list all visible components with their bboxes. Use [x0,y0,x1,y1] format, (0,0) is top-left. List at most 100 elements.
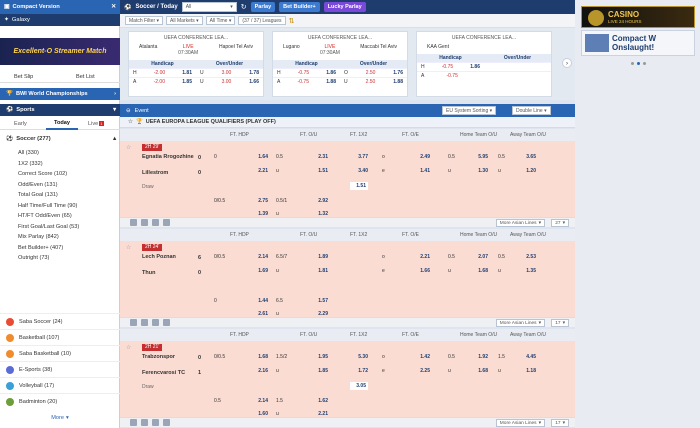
sport-nav-item[interactable]: Volleyball (17) [0,377,120,393]
odds-button[interactable]: 2.16 [250,368,268,374]
more-sports-button[interactable]: More ▾ [0,412,120,424]
soccer-market-item[interactable]: First Goal/Last Goal (53) [0,222,120,233]
close-icon[interactable]: ✕ [111,4,116,10]
odds-button[interactable]: 2.21 [250,168,268,174]
soccer-market-item[interactable]: Odd/Even (131) [0,180,120,191]
market-count-select[interactable]: 17 ▾ [551,419,569,427]
sorting-select[interactable]: EU System Sorting ▾ [442,106,497,115]
chart-icon[interactable] [152,419,159,426]
featured-match-card[interactable]: UEFA CONFERENCE LEA... Atalanta LIVE 07:30A… [128,31,264,97]
odds-button[interactable]: 3.77 [350,154,368,160]
soccer-market-item[interactable]: Total Goal (131) [0,190,120,201]
odds-button[interactable]: 2.92 [310,198,328,204]
odds-button[interactable]: 1.68 [470,268,488,274]
odds-button[interactable]: 1.30 [470,168,488,174]
odds-button[interactable]: 1.72 [350,368,368,374]
tv-icon[interactable] [141,419,148,426]
over-under-odds[interactable]: U 2.50 1.88 [340,79,407,85]
odds-button[interactable]: 2.07 [470,254,488,260]
sport-nav-item[interactable]: Saba Basketball (10) [0,345,120,361]
odds-button[interactable]: 1.85 [310,368,328,374]
line-select[interactable]: Double Line ▾ [512,106,551,115]
odds-button[interactable]: 1.57 [310,298,328,304]
championship-item[interactable]: 🏆 BWI World Championships › [0,88,120,100]
sport-nav-item[interactable]: Basketball (107) [0,329,120,345]
bet-slip-tab[interactable]: Bet Slip [0,74,58,80]
tab-live[interactable]: Live 1 [78,120,120,127]
bet-builder-button[interactable]: Bet Builder+ [279,2,320,12]
odds-button[interactable]: 1.69 [250,268,268,274]
more-lines-select[interactable]: More Asian Lines ▾ [495,419,545,427]
odds-button[interactable]: 2.25 [412,368,430,374]
featured-match-card[interactable]: UEFA CONFERENCE LEA... KAA Gent Handicap Ov… [416,31,552,97]
odds-button[interactable]: 1.92 [470,354,488,360]
sport-nav-item[interactable]: Badminton (20) [0,393,120,409]
handicap-odds[interactable]: A -0.75 [417,73,484,79]
sport-nav-item[interactable]: E-Sports (38) [0,361,120,377]
star-icon[interactable]: ☆ [126,344,131,351]
odds-button[interactable]: 1.95 [310,354,328,360]
clock-icon[interactable] [163,219,170,226]
lucky-parlay-button[interactable]: Lucky Parlay [323,2,366,12]
stats-icon[interactable] [130,319,137,326]
next-arrow-icon[interactable]: › [562,58,572,68]
time-select[interactable]: All Time ▾ [205,16,236,25]
odds-button[interactable]: 2.14 [250,254,268,260]
dot[interactable] [643,62,646,65]
refresh-icon[interactable]: ↻ [241,3,247,11]
tv-icon[interactable] [141,319,148,326]
odds-button[interactable]: 2.21 [412,254,430,260]
markets-select[interactable]: All Markets ▾ [166,16,203,25]
odds-button[interactable]: 1.20 [518,168,536,174]
odds-button[interactable]: 1.89 [310,254,328,260]
tab-today[interactable]: Today [46,118,78,130]
soccer-header[interactable]: ⚽ Soccer (277) ▴ [0,133,120,145]
odds-button[interactable]: 2.49 [412,154,430,160]
odds-button[interactable]: 1.41 [412,168,430,174]
odds-button[interactable]: 1.51 [350,182,368,190]
odds-button[interactable]: 1.51 [310,168,328,174]
soccer-market-item[interactable]: 1X2 (332) [0,159,120,170]
odds-button[interactable]: 2.53 [518,254,536,260]
more-lines-select[interactable]: More Asian Lines ▾ [495,219,545,227]
match-filter-select[interactable]: Match Filter ▾ [125,16,164,25]
handicap-odds[interactable]: A -2.00 1.85 [129,79,196,85]
casino-banner[interactable]: CASINO LIVE 24 HOURS [581,6,695,28]
over-under-odds[interactable]: U 3.00 1.78 [196,70,263,76]
odds-button[interactable]: 1.68 [470,368,488,374]
collapse-icon[interactable]: ⊖ [126,108,131,114]
soccer-market-item[interactable]: Bet Builder+ (407) [0,243,120,254]
soccer-market-item[interactable]: Half Time/Full Time (90) [0,201,120,212]
chart-icon[interactable] [152,319,159,326]
tv-icon[interactable] [141,219,148,226]
odds-button[interactable]: 1.66 [412,268,430,274]
stats-icon[interactable] [130,219,137,226]
compact-version-toggle[interactable]: ▣ Compact Version ✕ [0,0,120,14]
featured-match-card[interactable]: UEFA CONFERENCE LEA... Lugano LIVE 07:30AM M… [272,31,408,97]
odds-button[interactable]: 2.75 [250,198,268,204]
dot[interactable] [631,62,634,65]
odds-button[interactable]: 2.31 [310,154,328,160]
over-under-odds[interactable]: O 2.50 1.76 [340,70,407,76]
clock-icon[interactable] [163,419,170,426]
star-icon[interactable]: ☆ [128,119,133,125]
compact-banner[interactable]: Compact W Onslaught! [581,30,695,56]
over-under-odds[interactable]: U 3.00 1.66 [196,79,263,85]
star-icon[interactable]: ☆ [126,144,131,151]
sport-nav-item[interactable]: Saba Soccer (24) [0,313,120,329]
soccer-market-item[interactable]: All (330) [0,148,120,159]
soccer-market-item[interactable]: Correct Score (102) [0,169,120,180]
parlay-button[interactable]: Parlay [250,2,276,12]
odds-button[interactable]: 1.44 [250,298,268,304]
leagues-select[interactable]: (37 / 37) Leagues [238,16,286,25]
stats-icon[interactable] [130,419,137,426]
odds-button[interactable]: 1.81 [310,268,328,274]
odds-button[interactable]: 1.62 [310,398,328,404]
odds-button[interactable]: 1.42 [412,354,430,360]
sort-icon[interactable]: ⇅ [289,17,295,25]
league-header[interactable]: ☆ 🏆 UEFA EUROPA LEAGUE QUALIFIERS (PLAY … [120,117,575,128]
odds-button[interactable]: 2.14 [250,398,268,404]
odds-button[interactable]: 5.30 [350,354,368,360]
handicap-odds[interactable]: H -2.00 1.81 [129,70,196,76]
handicap-odds[interactable]: H -0.75 1.86 [417,64,484,70]
